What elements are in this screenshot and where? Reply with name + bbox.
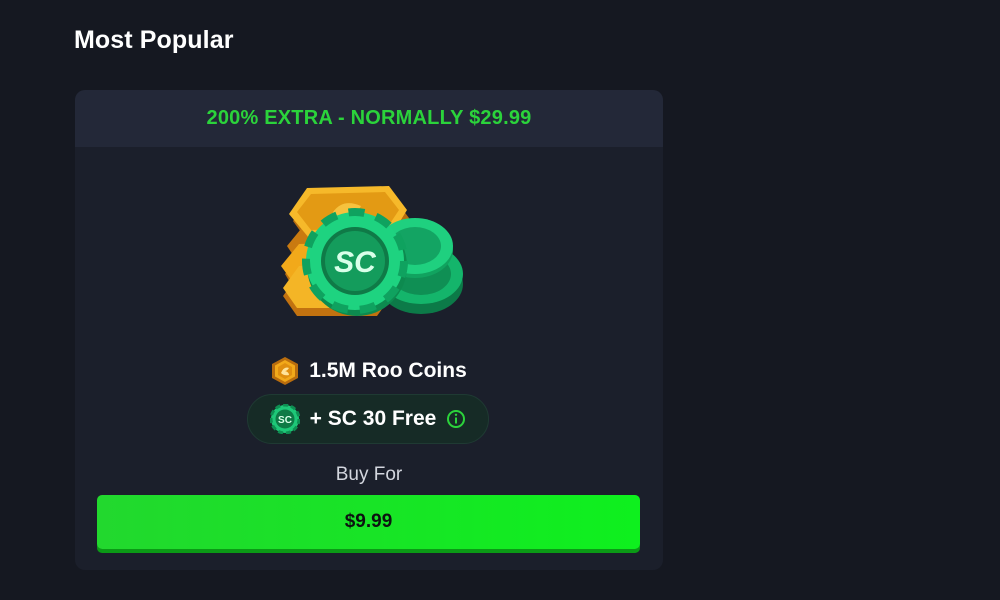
- coins-row: 1.5M Roo Coins: [75, 356, 663, 386]
- sc-bonus-label: + SC 30 Free: [309, 407, 437, 430]
- roo-coin-icon: [272, 357, 299, 385]
- sc-coin-icon: SC: [269, 404, 300, 434]
- buy-for-label: Buy For: [335, 464, 403, 485]
- sc-coin-badge-text: SC: [278, 415, 292, 426]
- buy-button[interactable]: $9.99: [97, 495, 640, 549]
- coin-stack-illustration: SC: [281, 186, 463, 316]
- section-title: Most Popular: [74, 26, 234, 54]
- sc-bonus-pill: SC + SC 30 Free: [247, 394, 489, 444]
- offer-card: 200% EXTRA - NORMALLY $29.99 SC 1.5M Roo…: [75, 90, 663, 570]
- page: Most Popular 200% EXTRA - NORMALLY $29.9…: [0, 0, 1000, 600]
- art-badge-text: SC: [334, 246, 377, 279]
- offer-header: 200% EXTRA - NORMALLY $29.99: [75, 90, 663, 147]
- info-icon[interactable]: [446, 409, 466, 429]
- roo-coins-label: 1.5M Roo Coins: [309, 359, 467, 382]
- offer-header-text: 200% EXTRA - NORMALLY $29.99: [206, 107, 532, 129]
